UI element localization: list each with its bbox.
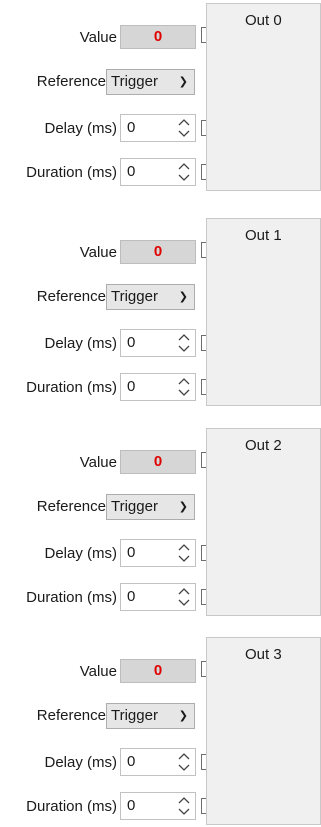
output-block-0: Value Reference Delay (ms) Duration (ms)… <box>0 3 321 193</box>
reference-select[interactable]: Trigger ❯ <box>106 494 195 520</box>
delay-stepper[interactable]: 0 <box>120 539 196 567</box>
reference-label: Reference <box>36 73 106 90</box>
reference-label: Reference <box>36 288 106 305</box>
reference-label: Reference <box>36 707 106 724</box>
chevron-down-icon: ❯ <box>178 710 188 722</box>
duration-label: Duration (ms) <box>26 164 117 181</box>
reference-select[interactable]: Trigger ❯ <box>106 703 195 729</box>
duration-stepper[interactable]: 0 <box>120 158 196 186</box>
spin-arrows-icon[interactable] <box>177 585 191 609</box>
delay-stepper[interactable]: 0 <box>120 114 196 142</box>
output-panel: Out 1 <box>206 218 321 406</box>
delay-label: Delay (ms) <box>44 545 117 562</box>
value-display: 0 <box>120 25 196 49</box>
delay-stepper[interactable]: 0 <box>120 329 196 357</box>
delay-label: Delay (ms) <box>44 335 117 352</box>
delay-label: Delay (ms) <box>44 754 117 771</box>
reference-select-value: Trigger <box>111 288 158 305</box>
output-block-3: Value Reference Delay (ms) Duration (ms)… <box>0 637 321 827</box>
duration-label: Duration (ms) <box>26 798 117 815</box>
reference-select-value: Trigger <box>111 498 158 515</box>
value-display: 0 <box>120 659 196 683</box>
duration-stepper[interactable]: 0 <box>120 792 196 820</box>
value-display: 0 <box>120 240 196 264</box>
delay-value: 0 <box>127 334 136 351</box>
delay-value: 0 <box>127 119 136 136</box>
reference-select[interactable]: Trigger ❯ <box>106 284 195 310</box>
spin-arrows-icon[interactable] <box>177 794 191 818</box>
reference-label: Reference <box>36 498 106 515</box>
output-panel: Out 0 <box>206 3 321 191</box>
output-title: Out 2 <box>245 437 282 454</box>
chevron-down-icon: ❯ <box>178 501 188 513</box>
duration-label: Duration (ms) <box>26 379 117 396</box>
delay-value: 0 <box>127 753 136 770</box>
spin-arrows-icon[interactable] <box>177 160 191 184</box>
duration-stepper[interactable]: 0 <box>120 373 196 401</box>
value-label: Value <box>79 29 117 46</box>
delay-value: 0 <box>127 544 136 561</box>
output-title: Out 0 <box>245 12 282 29</box>
duration-value: 0 <box>127 163 136 180</box>
output-title: Out 3 <box>245 646 282 663</box>
value-label: Value <box>79 244 117 261</box>
value-display: 0 <box>120 450 196 474</box>
chevron-down-icon: ❯ <box>178 291 188 303</box>
chevron-down-icon: ❯ <box>178 76 188 88</box>
output-panel: Out 3 <box>206 637 321 825</box>
duration-value: 0 <box>127 378 136 395</box>
value-label: Value <box>79 663 117 680</box>
spin-arrows-icon[interactable] <box>177 541 191 565</box>
spin-arrows-icon[interactable] <box>177 375 191 399</box>
output-panel: Out 2 <box>206 428 321 616</box>
spin-arrows-icon[interactable] <box>177 116 191 140</box>
duration-label: Duration (ms) <box>26 589 117 606</box>
delay-stepper[interactable]: 0 <box>120 748 196 776</box>
output-block-2: Value Reference Delay (ms) Duration (ms)… <box>0 428 321 618</box>
duration-value: 0 <box>127 588 136 605</box>
reference-select[interactable]: Trigger ❯ <box>106 69 195 95</box>
delay-label: Delay (ms) <box>44 120 117 137</box>
output-block-1: Value Reference Delay (ms) Duration (ms)… <box>0 218 321 408</box>
value-label: Value <box>79 454 117 471</box>
duration-value: 0 <box>127 797 136 814</box>
reference-select-value: Trigger <box>111 707 158 724</box>
output-title: Out 1 <box>245 227 282 244</box>
spin-arrows-icon[interactable] <box>177 750 191 774</box>
spin-arrows-icon[interactable] <box>177 331 191 355</box>
duration-stepper[interactable]: 0 <box>120 583 196 611</box>
reference-select-value: Trigger <box>111 73 158 90</box>
